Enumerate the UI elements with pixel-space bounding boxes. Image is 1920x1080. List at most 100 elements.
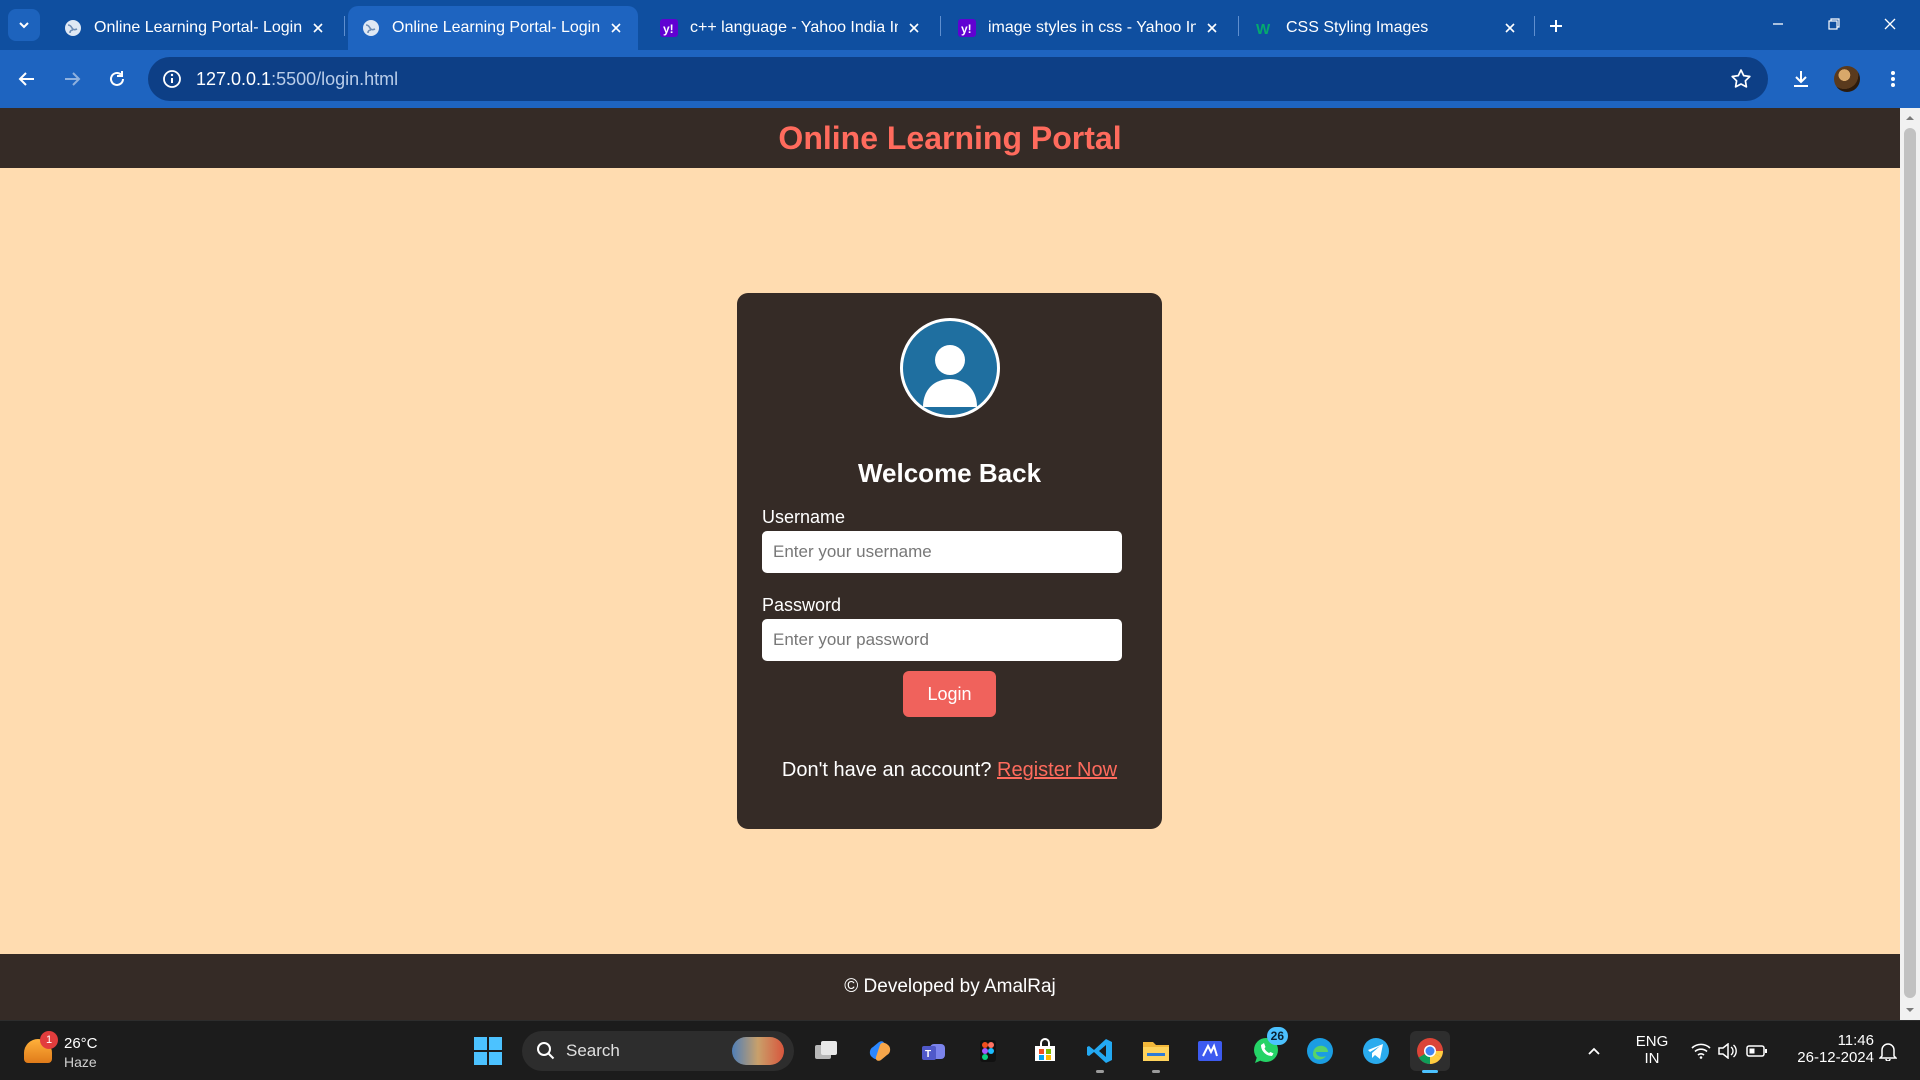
- task-view-button[interactable]: [806, 1031, 846, 1071]
- running-indicator: [1152, 1070, 1160, 1073]
- battery-button[interactable]: [1744, 1031, 1770, 1071]
- notifications-button[interactable]: [1876, 1031, 1900, 1071]
- whatsapp-button[interactable]: 26: [1246, 1027, 1288, 1071]
- active-indicator: [1422, 1070, 1438, 1073]
- tab-login-1[interactable]: Online Learning Portal- Login: [50, 6, 340, 50]
- username-input[interactable]: [762, 531, 1122, 573]
- user-avatar-icon: [900, 318, 1000, 418]
- reload-icon: [110, 71, 124, 86]
- chevron-up-icon: [1588, 1047, 1600, 1055]
- tab-separator: [1238, 16, 1239, 36]
- tab-yahoo-css[interactable]: y! image styles in css - Yahoo India: [944, 6, 1234, 50]
- site-title: Online Learning Portal: [778, 119, 1122, 156]
- taskbar: 1 26°C Haze Search T 26 ENG IN 11:46 26-…: [0, 1020, 1920, 1080]
- taskbar-search[interactable]: Search: [522, 1031, 794, 1071]
- tab-login-2[interactable]: Online Learning Portal- Login: [348, 6, 638, 50]
- svg-text:W: W: [1256, 21, 1271, 37]
- show-hidden-icons-button[interactable]: [1582, 1031, 1606, 1071]
- svg-text:T: T: [925, 1049, 931, 1060]
- minimize-icon: [1773, 23, 1783, 25]
- restore-button[interactable]: [1806, 6, 1862, 42]
- close-icon[interactable]: [1202, 18, 1222, 38]
- weather-badge: 1: [40, 1031, 58, 1049]
- language-region: IN: [1644, 1050, 1660, 1067]
- close-window-button[interactable]: [1862, 6, 1918, 42]
- search-highlight-icon: [732, 1037, 784, 1065]
- weather-temperature: 26°C: [64, 1035, 98, 1052]
- wifi-icon: [1691, 1043, 1711, 1059]
- site-header: Online Learning Portal: [0, 108, 1900, 168]
- globe-icon: [64, 19, 82, 37]
- download-button[interactable]: [1784, 62, 1818, 96]
- scroll-thumb[interactable]: [1904, 128, 1916, 998]
- tab-separator: [344, 16, 345, 36]
- microsoft-store-button[interactable]: [1025, 1031, 1065, 1071]
- card-heading: Welcome Back: [857, 458, 1042, 488]
- folder-icon: [1143, 1042, 1169, 1061]
- chrome-button[interactable]: [1410, 1031, 1450, 1073]
- clock-time: 11:46: [1837, 1032, 1874, 1049]
- weather-widget[interactable]: 1 26°C Haze: [20, 1031, 140, 1073]
- password-label: Password: [762, 595, 842, 615]
- site-info-icon[interactable]: [162, 69, 182, 94]
- avatar: [1834, 66, 1860, 92]
- close-icon[interactable]: [606, 18, 626, 38]
- w3schools-icon: W: [1256, 19, 1274, 37]
- language-indicator[interactable]: ENG IN: [1628, 1033, 1676, 1067]
- weather-description: Haze: [64, 1054, 97, 1070]
- chrome-icon: [1417, 1038, 1443, 1064]
- figma-button[interactable]: [968, 1031, 1008, 1071]
- bookmark-star-icon[interactable]: [1730, 68, 1752, 95]
- scroll-up-arrow-icon[interactable]: [1905, 113, 1915, 123]
- tab-separator: [1534, 16, 1535, 36]
- password-input[interactable]: [762, 619, 1122, 661]
- file-explorer-button[interactable]: [1136, 1031, 1176, 1073]
- minimize-button[interactable]: [1750, 6, 1806, 42]
- register-link[interactable]: Register Now: [997, 759, 1117, 781]
- scroll-down-arrow-icon[interactable]: [1905, 1005, 1915, 1015]
- start-button[interactable]: [468, 1031, 508, 1071]
- download-icon: [1794, 71, 1808, 87]
- teams-icon: T: [922, 1044, 945, 1060]
- volume-button[interactable]: [1715, 1031, 1739, 1071]
- battery-icon: [1746, 1045, 1767, 1057]
- chevron-down-icon: [19, 22, 29, 29]
- register-prompt-text: Don't have an account?: [781, 759, 992, 781]
- arrow-right-icon: [65, 72, 81, 86]
- close-icon[interactable]: [308, 18, 328, 38]
- profile-button[interactable]: [1830, 62, 1864, 96]
- whatsapp-badge: 26: [1266, 1027, 1288, 1045]
- reload-button[interactable]: [100, 62, 134, 96]
- tab-search-button[interactable]: [8, 9, 40, 41]
- wifi-button[interactable]: [1688, 1031, 1714, 1071]
- search-label: Search: [566, 1041, 620, 1060]
- address-bar[interactable]: 127.0.0.1:5500/login.html: [148, 57, 1768, 101]
- tab-yahoo-cpp[interactable]: y! c++ language - Yahoo India Ima: [646, 6, 936, 50]
- login-button[interactable]: Login: [903, 671, 996, 717]
- copilot-icon: [869, 1041, 891, 1061]
- vertical-scrollbar[interactable]: [1900, 108, 1920, 1020]
- close-icon[interactable]: [904, 18, 924, 38]
- edge-button[interactable]: [1300, 1031, 1340, 1071]
- telegram-button[interactable]: [1356, 1031, 1396, 1071]
- login-card: Welcome Back Username Password Login Don…: [737, 293, 1162, 829]
- teams-button[interactable]: T: [914, 1031, 954, 1071]
- forward-button[interactable]: [55, 62, 89, 96]
- new-tab-button[interactable]: [1542, 12, 1570, 40]
- language-code: ENG: [1635, 1033, 1669, 1050]
- restore-icon: [1828, 18, 1840, 30]
- back-button[interactable]: [10, 62, 44, 96]
- copilot-button[interactable]: [860, 1031, 900, 1071]
- vscode-button[interactable]: [1080, 1031, 1120, 1073]
- search-icon: [537, 1042, 555, 1060]
- clock[interactable]: 11:46 26-12-2024: [1782, 1032, 1874, 1066]
- volume-icon: [1718, 1043, 1737, 1059]
- globe-icon: [362, 19, 380, 37]
- tab-css-images[interactable]: W CSS Styling Images: [1242, 6, 1532, 50]
- site-footer: © Developed by AmalRaj: [0, 954, 1900, 1020]
- close-icon[interactable]: [1500, 18, 1520, 38]
- edge-icon: [1307, 1038, 1333, 1064]
- tab-title: Online Learning Portal- Login: [392, 19, 600, 36]
- browser-menu-button[interactable]: [1876, 62, 1910, 96]
- app-launcher-button[interactable]: [1190, 1031, 1230, 1071]
